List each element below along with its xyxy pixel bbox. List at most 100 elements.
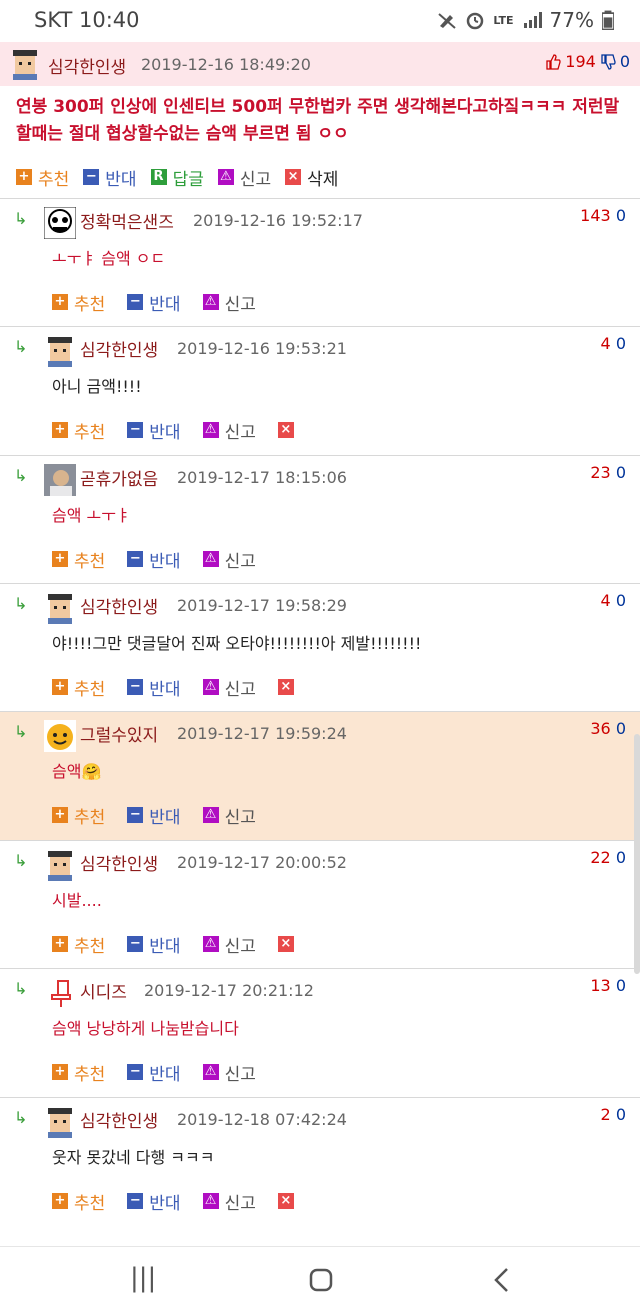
recommend-button[interactable]: + 추천 xyxy=(52,803,105,828)
recommend-label: 추천 xyxy=(74,807,106,828)
recommend-label: 추천 xyxy=(74,1064,106,1085)
comment-votes: 13 0 xyxy=(590,976,626,995)
comment-up-count: 23 xyxy=(590,463,611,482)
report-button[interactable]: ⚠ 신고 xyxy=(217,165,271,190)
recommend-label: 추천 xyxy=(38,169,70,190)
user-avatar-icon[interactable] xyxy=(44,849,76,881)
plus-icon: + xyxy=(16,169,32,185)
post-body: 연봉 300퍼 인상에 인센티브 500퍼 무한법카 주면 생각해본다고하짘ㅋㅋ… xyxy=(16,97,620,144)
delete-button[interactable]: × xyxy=(277,679,300,695)
comment-down-count: 0 xyxy=(615,591,626,610)
reply-arrow-icon: ↳ xyxy=(14,979,28,998)
report-button[interactable]: ⚠ 신고 xyxy=(202,803,256,828)
report-button[interactable]: ⚠ 신고 xyxy=(202,290,256,315)
minus-icon: − xyxy=(83,169,100,185)
oppose-button[interactable]: − 반대 xyxy=(83,165,137,190)
alarm-icon xyxy=(467,12,484,30)
delete-icon: × xyxy=(285,169,302,185)
report-icon: ⚠ xyxy=(202,294,219,310)
report-button[interactable]: ⚠ 신고 xyxy=(202,1189,256,1214)
user-avatar-icon[interactable] xyxy=(9,48,41,80)
oppose-button[interactable]: − 반대 xyxy=(127,1189,181,1214)
recent-apps-icon[interactable]: ||| xyxy=(130,1263,156,1293)
comment-text: 야!!!!그만 댓글달어 진짜 오타야!!!!!!!!아 제발!!!!!!!! xyxy=(52,634,422,653)
comment-actions: + 추천 − 반대 ⚠ 신고 xyxy=(52,287,278,317)
post-actions: + 추천 − 반대 R 답글 ⚠ 신고 × 삭제 xyxy=(0,162,640,192)
comment-author[interactable]: 심각한인생 xyxy=(80,336,158,361)
comment-item: ↳ 정확먹은샌즈 2019-12-16 19:52:17 143 0 ㅗㅜㅑ 슴액 ㅇㄷ… xyxy=(0,198,640,327)
plus-icon: + xyxy=(52,679,68,695)
delete-icon: × xyxy=(277,679,294,695)
home-icon[interactable] xyxy=(308,1267,334,1293)
delete-button[interactable]: × xyxy=(277,1193,300,1209)
recommend-button[interactable]: + 추천 xyxy=(52,290,105,315)
thumbs-up-icon[interactable] xyxy=(545,53,561,70)
recommend-label: 추천 xyxy=(74,551,106,572)
recommend-button[interactable]: + 추천 xyxy=(52,1060,105,1085)
recommend-label: 추천 xyxy=(74,422,106,443)
user-avatar-icon[interactable] xyxy=(44,592,76,624)
comment-up-count: 4 xyxy=(600,591,611,610)
user-avatar-icon[interactable] xyxy=(44,464,76,496)
recommend-button[interactable]: + 추천 xyxy=(52,675,105,700)
recommend-button[interactable]: + 추천 xyxy=(52,1189,105,1214)
comment-item: ↳ 심각한인생 2019-12-18 07:42:24 2 0 웃자 못갔네 다행 ㅋㅋ… xyxy=(0,1097,640,1226)
comment-date: 2019-12-17 19:59:24 xyxy=(177,724,347,743)
user-avatar-icon[interactable] xyxy=(44,720,76,752)
comment-author[interactable]: 시디즈 xyxy=(80,978,127,1003)
comment-author[interactable]: 심각한인생 xyxy=(80,1107,158,1132)
comment-text: 슴액 낭낭하게 나눔받습니다 xyxy=(52,1019,239,1038)
oppose-button[interactable]: − 반대 xyxy=(127,803,181,828)
comment-text: 아니 금액!!!! xyxy=(52,377,142,396)
thumbs-down-icon[interactable] xyxy=(600,53,616,70)
delete-label: 삭제 xyxy=(307,169,339,190)
report-button[interactable]: ⚠ 신고 xyxy=(202,932,256,957)
comment-author[interactable]: 곧휴가없음 xyxy=(80,465,158,490)
comment-votes: 2 0 xyxy=(601,1105,626,1124)
android-nav-bar: ||| xyxy=(0,1246,640,1315)
user-avatar-icon[interactable] xyxy=(44,207,76,239)
recommend-button[interactable]: + 추천 xyxy=(16,165,69,190)
oppose-button[interactable]: − 반대 xyxy=(127,547,181,572)
comment-up-count: 2 xyxy=(600,1105,611,1124)
comment-date: 2019-12-17 20:00:52 xyxy=(177,853,347,872)
report-button[interactable]: ⚠ 신고 xyxy=(202,418,256,443)
delete-button[interactable]: × xyxy=(277,422,300,438)
report-label: 신고 xyxy=(224,294,256,315)
recommend-button[interactable]: + 추천 xyxy=(52,418,105,443)
reply-arrow-icon: ↳ xyxy=(14,851,28,870)
comment-text: ㅗㅜㅑ 슴액 ㅇㄷ xyxy=(52,249,166,268)
back-icon[interactable] xyxy=(492,1267,512,1293)
oppose-button[interactable]: − 반대 xyxy=(127,1060,181,1085)
oppose-button[interactable]: − 반대 xyxy=(127,675,181,700)
oppose-button[interactable]: − 반대 xyxy=(127,418,181,443)
comment-text: 시발.... xyxy=(52,891,102,910)
scroll-handle[interactable] xyxy=(634,734,640,974)
comment-author[interactable]: 정확먹은샌즈 xyxy=(80,208,174,233)
comment-author[interactable]: 심각한인생 xyxy=(80,850,158,875)
reply-button[interactable]: R 답글 xyxy=(150,165,204,190)
report-button[interactable]: ⚠ 신고 xyxy=(202,547,256,572)
report-label: 신고 xyxy=(224,807,256,828)
battery-percent: 77% xyxy=(549,8,594,32)
recommend-button[interactable]: + 추천 xyxy=(52,932,105,957)
comment-author[interactable]: 그럴수있지 xyxy=(80,721,158,746)
delete-button[interactable]: × xyxy=(277,936,300,952)
post-header: 심각한인생 2019-12-16 18:49:20 194 0 xyxy=(0,42,640,86)
recommend-button[interactable]: + 추천 xyxy=(52,547,105,572)
delete-button[interactable]: × 삭제 xyxy=(285,165,338,190)
user-avatar-icon[interactable] xyxy=(44,335,76,367)
reply-arrow-icon: ↳ xyxy=(14,1108,28,1127)
report-button[interactable]: ⚠ 신고 xyxy=(202,675,256,700)
report-button[interactable]: ⚠ 신고 xyxy=(202,1060,256,1085)
comment-item: ↳ 심각한인생 2019-12-16 19:53:21 4 0 아니 금액!!!! + 추천… xyxy=(0,326,640,455)
carrier-time: SKT 10:40 xyxy=(34,8,140,32)
comment-item: ↳ 심각한인생 2019-12-17 19:58:29 4 0 야!!!!그만 댓글달어… xyxy=(0,583,640,712)
report-icon: ⚠ xyxy=(202,551,219,567)
post-author[interactable]: 심각한인생 xyxy=(48,53,126,78)
user-avatar-icon[interactable] xyxy=(44,1106,76,1138)
oppose-button[interactable]: − 반대 xyxy=(127,290,181,315)
user-avatar-icon[interactable] xyxy=(44,977,76,1009)
oppose-button[interactable]: − 반대 xyxy=(127,932,181,957)
comment-author[interactable]: 심각한인생 xyxy=(80,593,158,618)
